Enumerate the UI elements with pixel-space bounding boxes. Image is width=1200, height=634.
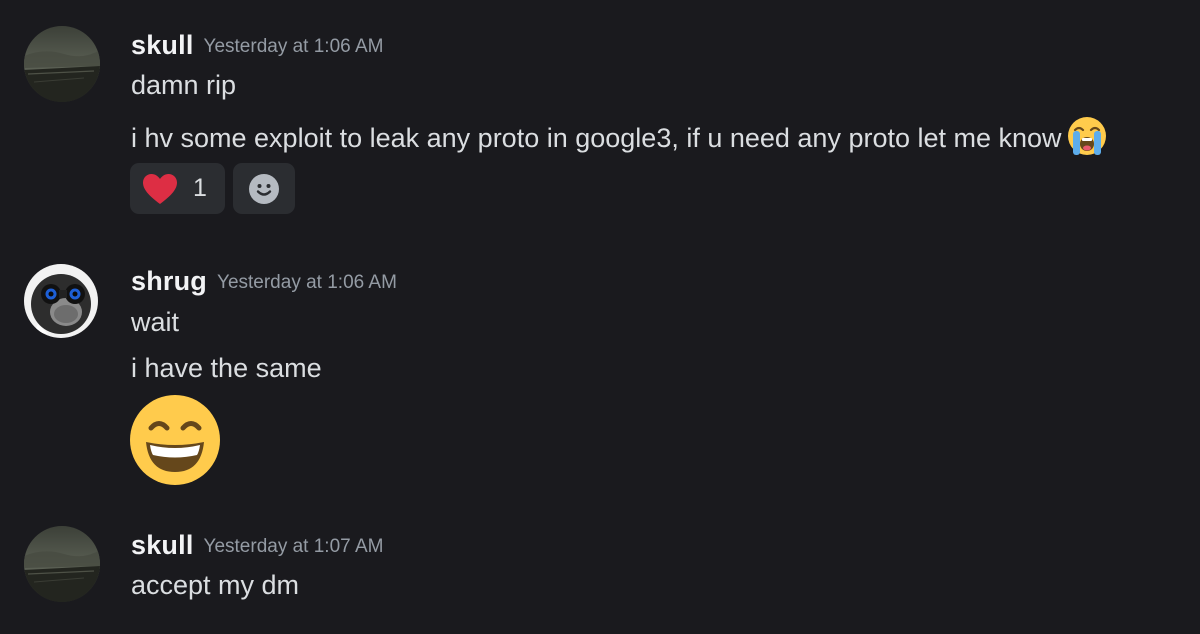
message-group-skull-2: skull Yesterday at 1:07 AM accept my dm — [0, 0, 1200, 634]
chat-messages: skull Yesterday at 1:06 AM damn rip i hv … — [0, 0, 1200, 634]
skull-avatar[interactable] — [24, 526, 100, 602]
username[interactable]: skull — [131, 530, 194, 560]
message-text: accept my dm — [131, 570, 300, 600]
landscape-avatar-icon — [24, 526, 100, 602]
timestamp: Yesterday at 1:07 AM — [203, 536, 384, 557]
